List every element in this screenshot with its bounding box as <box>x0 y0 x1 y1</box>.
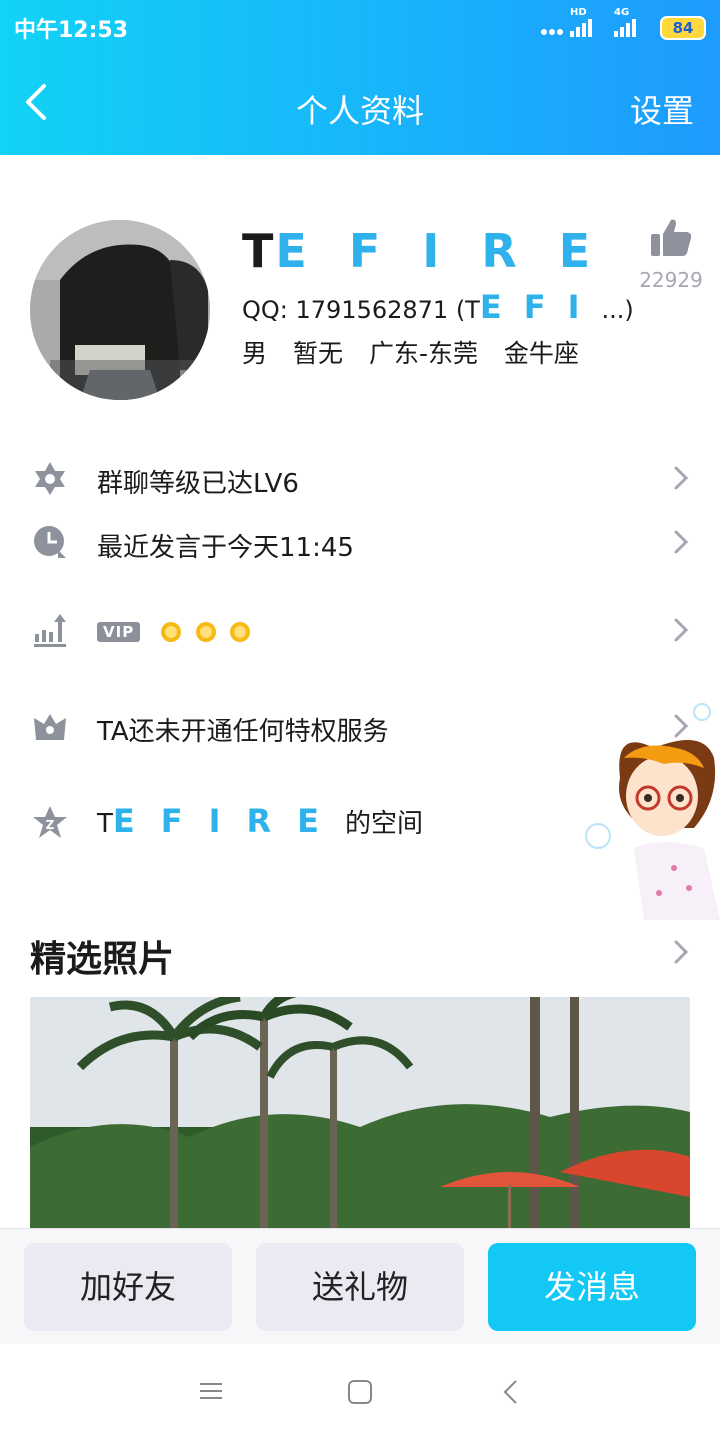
vip-status: VIP <box>97 616 251 646</box>
qzone-star-icon: Z <box>33 806 67 838</box>
battery-icon: 84 <box>660 16 706 40</box>
tag-age: 暂无 <box>292 339 343 368</box>
featured-photo[interactable] <box>30 997 690 1229</box>
home-icon[interactable] <box>347 1379 373 1405</box>
row-last-speak[interactable]: 最近发言于今天11:45 <box>0 512 720 572</box>
sun-icon <box>229 621 250 642</box>
avatar[interactable] <box>30 220 210 400</box>
qzone-prefix: T <box>97 809 113 839</box>
palm-trees-photo <box>30 997 690 1229</box>
qzone-label: TEFIRE的空间 <box>97 802 423 840</box>
like-button[interactable]: 22929 <box>636 216 706 292</box>
avatar-photo <box>30 220 210 400</box>
qq-label: QQ: 1791562871 (T <box>242 296 480 324</box>
tag-gender: 男 <box>242 339 268 368</box>
profile-tags: 男 暂无 广东-东莞 金牛座 <box>242 334 597 370</box>
vip-badge: VIP <box>97 621 141 642</box>
privilege-label: TA还未开通任何特权服务 <box>97 717 389 747</box>
qq-number: QQ: 1791562871 (TEFI...) <box>242 288 634 326</box>
sun-icon <box>161 621 182 642</box>
qzone-suffix: 的空间 <box>345 809 424 839</box>
back-nav-icon[interactable] <box>500 1378 522 1406</box>
cartoon-boy-icon <box>585 703 720 920</box>
add-friend-button[interactable]: 加好友 <box>24 1243 232 1331</box>
signal-dots-icon <box>540 14 566 38</box>
menu-icon[interactable] <box>198 1380 224 1402</box>
last-speak-label: 最近发言于今天11:45 <box>97 533 354 563</box>
photos-title: 精选照片 <box>30 939 175 980</box>
nickname-styled: EFIRE <box>275 224 633 278</box>
qq-suffix: ...) <box>601 296 634 324</box>
crown-icon <box>34 714 66 740</box>
send-message-button[interactable]: 发消息 <box>488 1243 696 1331</box>
qzone-styled: EFIRE <box>112 802 346 840</box>
clock-icon <box>34 526 66 558</box>
tag-location: 广东-东莞 <box>368 339 478 368</box>
header-bar: 中午12:53 HD 4G 84 个人资料 设置 <box>0 0 720 155</box>
settings-button[interactable]: 设置 <box>630 86 694 132</box>
system-nav-bar <box>0 1344 720 1440</box>
network-label: 4G <box>614 7 630 18</box>
action-bar: 加好友 送礼物 发消息 <box>0 1228 720 1345</box>
chevron-right-icon <box>674 618 689 642</box>
status-time: 中午12:53 <box>14 18 129 43</box>
like-count: 22929 <box>639 268 703 292</box>
chevron-right-icon[interactable] <box>672 938 690 966</box>
4g-signal-icon: 4G <box>614 7 638 37</box>
star-of-david-icon <box>35 462 65 495</box>
mascot-character[interactable] <box>584 698 720 920</box>
chevron-right-icon <box>674 530 689 554</box>
qq-styled-name: EFI <box>479 288 602 326</box>
thumbs-up-icon <box>651 219 692 256</box>
hd-label: HD <box>570 7 587 18</box>
svg-text:Z: Z <box>46 818 55 832</box>
chevron-right-icon <box>674 466 689 490</box>
group-level-label: 群聊等级已达LV6 <box>97 469 299 499</box>
send-gift-button[interactable]: 送礼物 <box>256 1243 464 1331</box>
sun-icon <box>195 621 216 642</box>
nav-bar: 个人资料 设置 <box>0 60 720 152</box>
page-title: 个人资料 <box>295 92 424 130</box>
hd-signal-icon: HD <box>570 7 594 37</box>
status-bar: 中午12:53 HD 4G 84 <box>0 0 720 56</box>
nickname: TEFIRE <box>242 224 632 278</box>
row-vip[interactable]: VIP <box>0 600 720 660</box>
tag-zodiac: 金牛座 <box>503 339 579 368</box>
row-group-level[interactable]: 群聊等级已达LV6 <box>0 448 720 508</box>
nickname-prefix: T <box>242 224 276 278</box>
level-up-icon <box>34 614 66 647</box>
